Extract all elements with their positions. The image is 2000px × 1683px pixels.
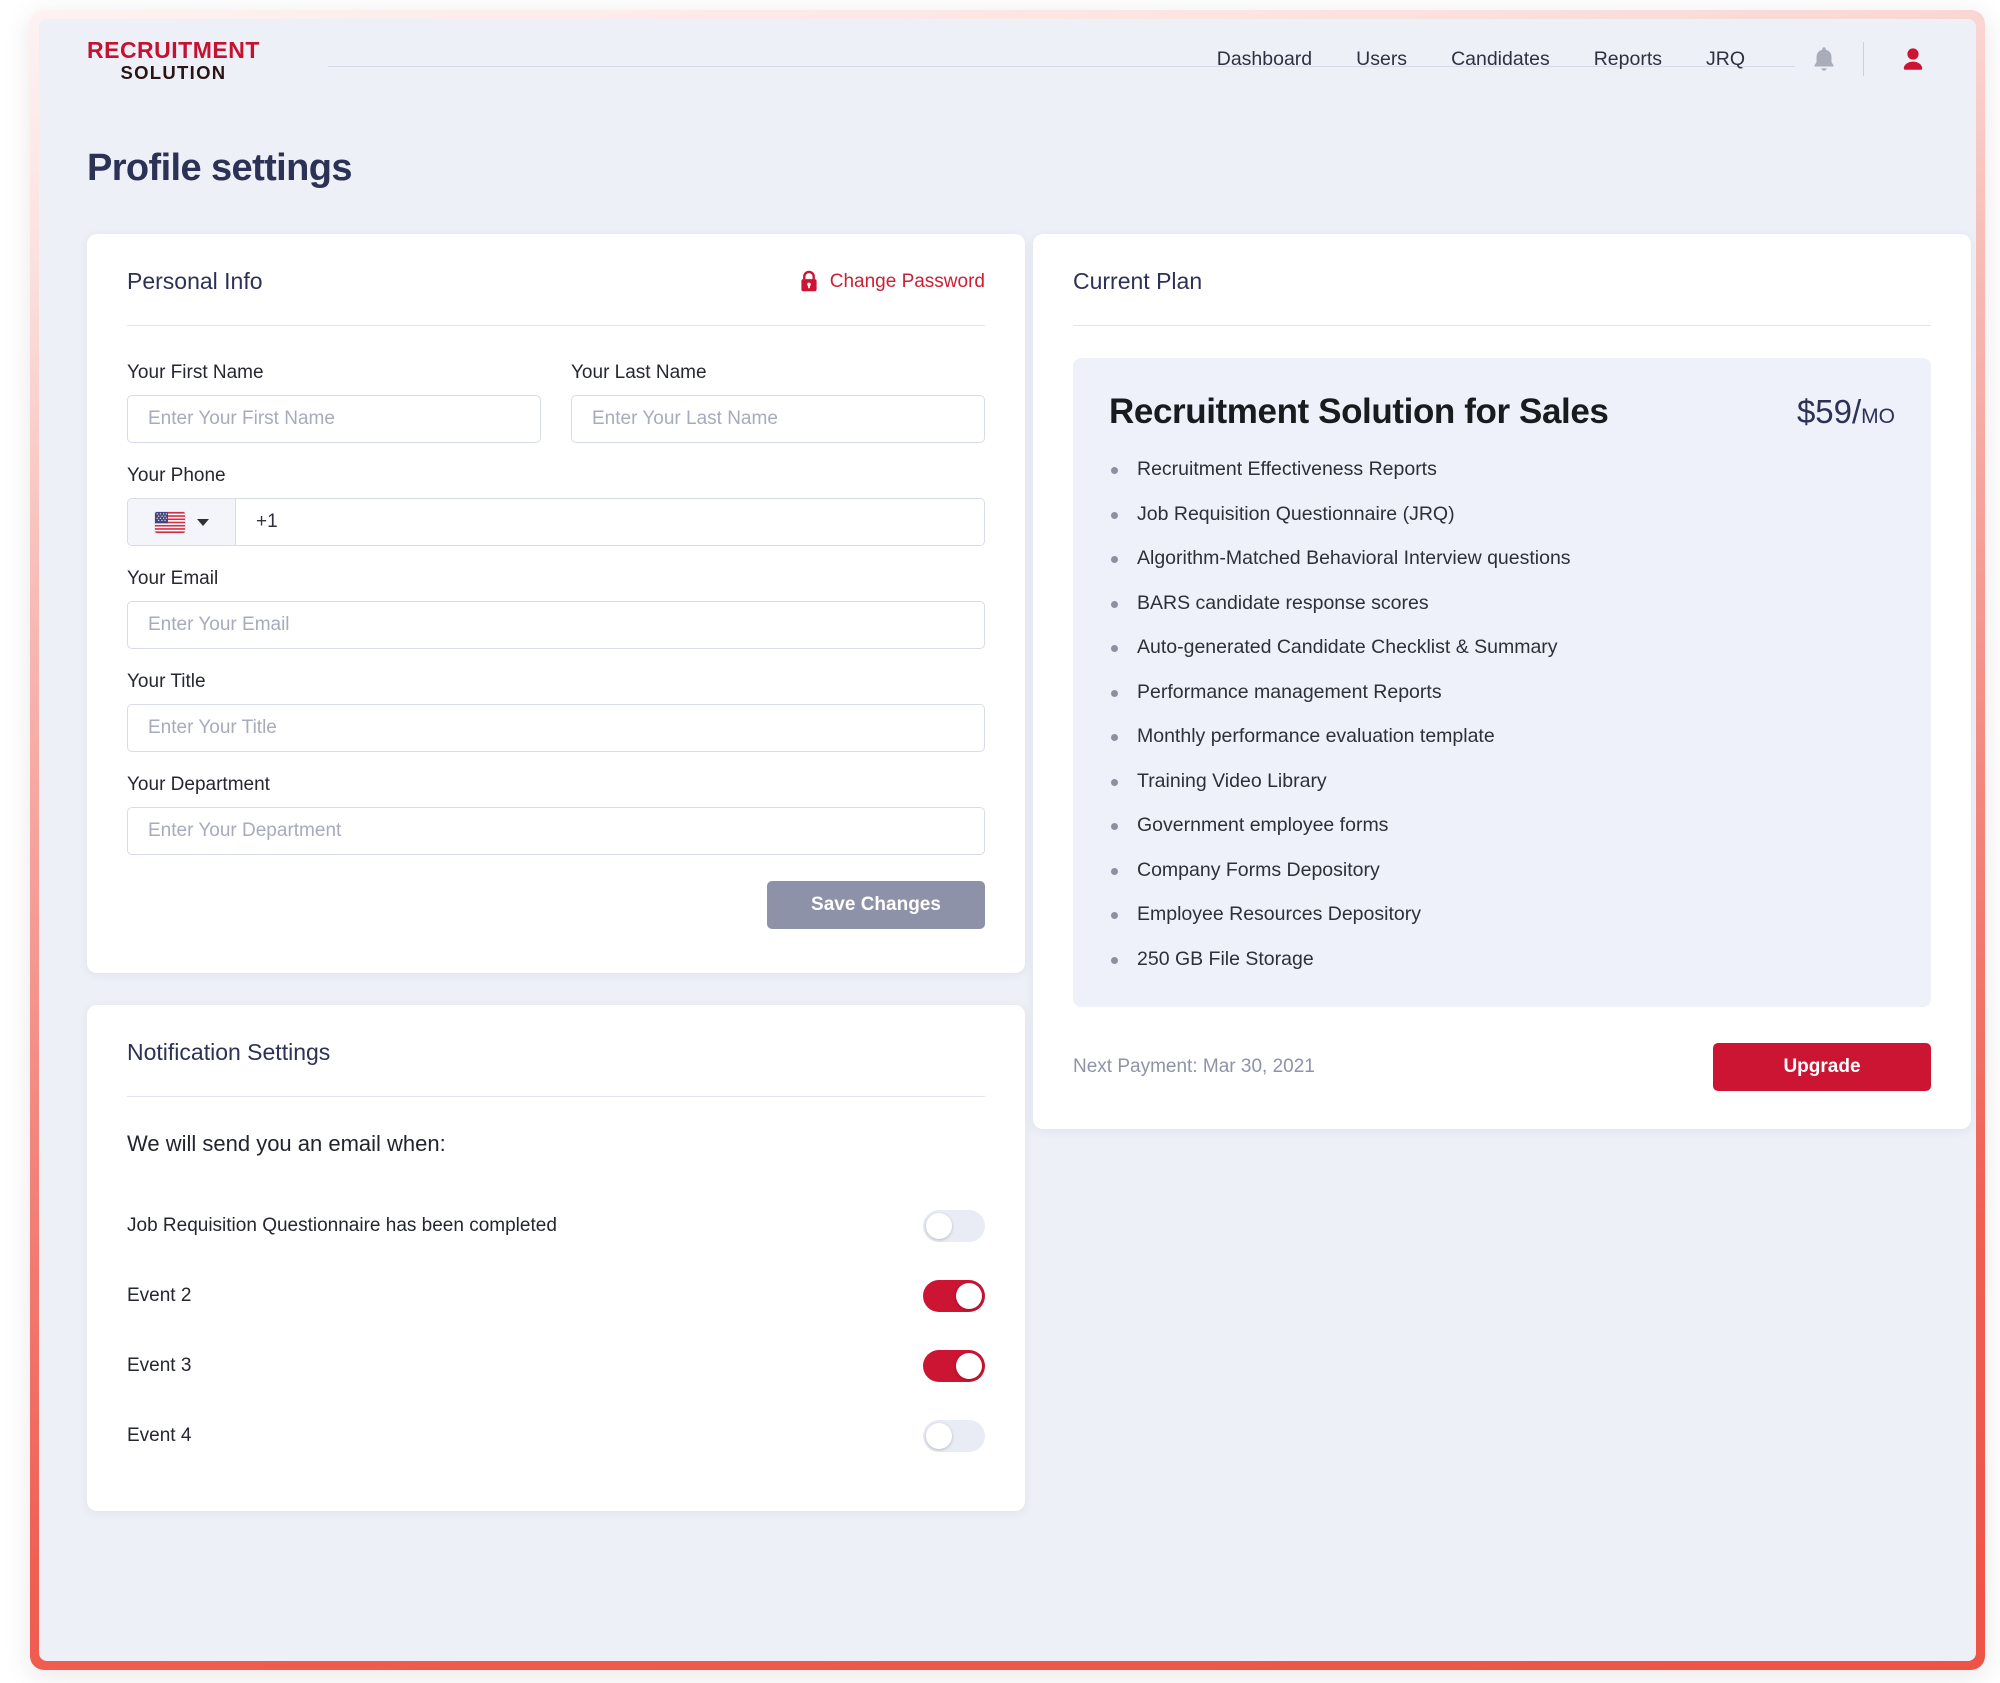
plan-feature: Algorithm-Matched Behavioral Interview q… (1109, 547, 1895, 570)
notification-toggle-4[interactable] (923, 1420, 985, 1452)
save-row: Save Changes (127, 881, 985, 929)
notification-settings-header: Notification Settings (87, 1005, 1025, 1066)
change-password-button[interactable]: Change Password (799, 270, 985, 293)
plan-price: $59/MO (1797, 393, 1895, 431)
phone-field-group: Your Phone (127, 465, 985, 546)
plan-feature: BARS candidate response scores (1109, 592, 1895, 615)
next-payment-text: Next Payment: Mar 30, 2021 (1073, 1055, 1315, 1077)
notification-settings-title: Notification Settings (127, 1039, 331, 1065)
content-area: Personal Info Change Password Your First… (39, 190, 1976, 1511)
left-column: Personal Info Change Password Your First… (87, 234, 1025, 1511)
department-input[interactable] (127, 807, 985, 855)
plan-feature-list: Recruitment Effectiveness Reports Job Re… (1109, 458, 1895, 971)
personal-info-form: Your First Name Your Last Name Your Phon… (87, 326, 1025, 973)
notification-toggle-1[interactable] (923, 1210, 985, 1242)
notification-settings-card: Notification Settings We will send you a… (87, 1005, 1025, 1511)
notification-label: Event 2 (127, 1285, 192, 1306)
nav-icon-group (1791, 41, 1936, 77)
save-changes-button[interactable]: Save Changes (767, 881, 985, 929)
country-code-select[interactable] (128, 499, 236, 545)
last-name-input[interactable] (571, 395, 985, 443)
app-frame: RECRUITMENT SOLUTION Dashboard Users Can… (30, 10, 1985, 1670)
first-name-input[interactable] (127, 395, 541, 443)
plan-feature: Company Forms Depository (1109, 859, 1895, 882)
plan-feature: Training Video Library (1109, 770, 1895, 793)
email-field-group: Your Email (127, 568, 985, 649)
change-password-label: Change Password (829, 270, 985, 292)
upgrade-button[interactable]: Upgrade (1713, 1042, 1931, 1091)
top-navbar: RECRUITMENT SOLUTION Dashboard Users Can… (39, 19, 1976, 99)
nav-item-dashboard[interactable]: Dashboard (1195, 42, 1334, 77)
email-input[interactable] (127, 601, 985, 649)
plan-feature: Government employee forms (1109, 814, 1895, 837)
current-plan-title: Current Plan (1073, 268, 1203, 294)
notification-label: Job Requisition Questionnaire has been c… (127, 1215, 557, 1236)
notification-toggle-3[interactable] (923, 1350, 985, 1382)
toggle-knob (926, 1213, 952, 1239)
page-title: Profile settings (87, 147, 353, 189)
plan-feature: Employee Resources Depository (1109, 903, 1895, 926)
app-window: RECRUITMENT SOLUTION Dashboard Users Can… (39, 19, 1976, 1661)
plan-head: Recruitment Solution for Sales $59/MO (1109, 392, 1895, 432)
toggle-knob (956, 1283, 982, 1309)
department-label: Your Department (127, 774, 270, 795)
brand-logo[interactable]: RECRUITMENT SOLUTION (87, 35, 260, 83)
last-name-field-group: Your Last Name (571, 362, 985, 443)
personal-info-title: Personal Info (127, 268, 263, 294)
current-plan-header: Current Plan (1033, 234, 1971, 295)
title-input[interactable] (127, 704, 985, 752)
bell-icon[interactable] (1791, 41, 1863, 77)
notification-toggle-2[interactable] (923, 1280, 985, 1312)
first-name-label: Your First Name (127, 362, 264, 383)
plan-details-box: Recruitment Solution for Sales $59/MO Re… (1073, 358, 1931, 1007)
phone-input[interactable] (236, 499, 984, 545)
plan-feature: 250 GB File Storage (1109, 948, 1895, 971)
nav-item-reports[interactable]: Reports (1572, 42, 1684, 77)
nav-links: Dashboard Users Candidates Reports JRQ (1195, 42, 1767, 77)
chevron-down-icon (196, 518, 209, 526)
toggle-knob (926, 1423, 952, 1449)
nav-item-candidates[interactable]: Candidates (1429, 42, 1572, 77)
last-name-label: Your Last Name (571, 362, 707, 383)
notification-row: Event 2 (127, 1261, 985, 1331)
phone-label: Your Phone (127, 465, 226, 486)
brand-logo-line1: RECRUITMENT (87, 37, 260, 64)
plan-feature: Auto-generated Candidate Checklist & Sum… (1109, 636, 1895, 659)
plan-feature: Performance management Reports (1109, 681, 1895, 704)
title-field-group: Your Title (127, 671, 985, 752)
plan-price-amount: $59/ (1796, 393, 1862, 430)
personal-info-card: Personal Info Change Password Your First… (87, 234, 1025, 973)
nav-item-users[interactable]: Users (1334, 42, 1429, 77)
personal-info-header: Personal Info Change Password (87, 234, 1025, 295)
title-label: Your Title (127, 671, 206, 692)
phone-input-group (127, 498, 985, 546)
department-field-group: Your Department (127, 774, 985, 855)
notification-settings-body: We will send you an email when: Job Requ… (87, 1097, 1025, 1511)
right-column: Current Plan Recruitment Solution for Sa… (1033, 234, 1971, 1129)
notification-row: Event 3 (127, 1331, 985, 1401)
plan-price-period: MO (1861, 405, 1895, 428)
us-flag-icon (154, 511, 185, 533)
brand-logo-line2: SOLUTION (120, 62, 227, 84)
plan-name: Recruitment Solution for Sales (1109, 392, 1609, 431)
plan-feature: Recruitment Effectiveness Reports (1109, 458, 1895, 481)
user-avatar-icon[interactable] (1864, 41, 1936, 77)
name-row: Your First Name Your Last Name (127, 362, 985, 465)
notification-row: Event 4 (127, 1401, 985, 1471)
plan-feature: Job Requisition Questionnaire (JRQ) (1109, 503, 1895, 526)
toggle-knob (956, 1353, 982, 1379)
notification-intro-text: We will send you an email when: (127, 1131, 446, 1156)
notification-label: Event 4 (127, 1425, 192, 1446)
current-plan-card: Current Plan Recruitment Solution for Sa… (1033, 234, 1971, 1129)
plan-feature: Monthly performance evaluation template (1109, 725, 1895, 748)
nav-item-jrq[interactable]: JRQ (1684, 42, 1767, 77)
first-name-field-group: Your First Name (127, 362, 541, 443)
plan-footer: Next Payment: Mar 30, 2021 Upgrade (1033, 1007, 1971, 1129)
notification-row: Job Requisition Questionnaire has been c… (127, 1191, 985, 1261)
notification-label: Event 3 (127, 1355, 192, 1376)
current-plan-divider (1073, 325, 1931, 326)
lock-icon (799, 270, 819, 293)
email-label: Your Email (127, 568, 219, 589)
